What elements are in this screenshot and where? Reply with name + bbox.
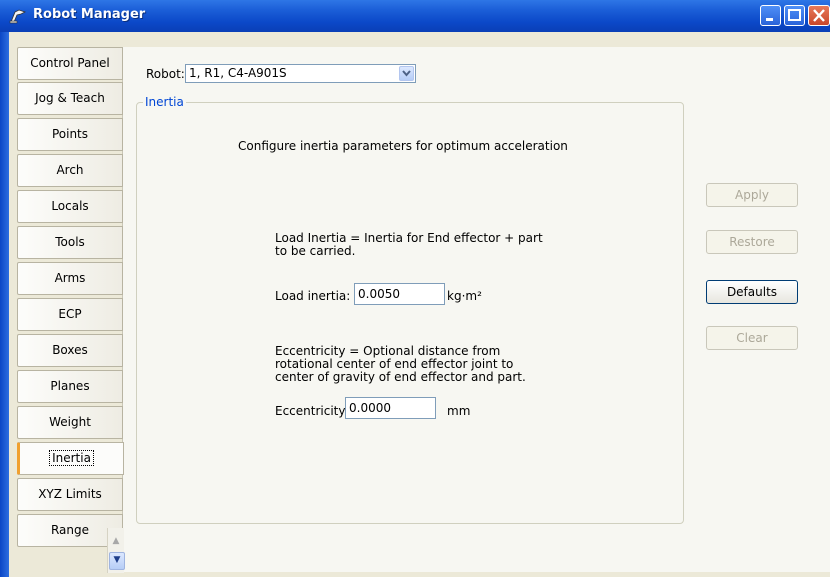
tab-control-panel[interactable]: Control Panel	[17, 47, 123, 80]
tab-label: Inertia	[49, 450, 94, 466]
tab-tools[interactable]: Tools	[17, 226, 123, 259]
window-title: Robot Manager	[33, 7, 146, 22]
tab-strip: Control Panel Jog & Teach Points Arch Lo…	[12, 47, 132, 572]
restore-button[interactable]: Restore	[706, 230, 798, 254]
tab-jog-teach[interactable]: Jog & Teach	[17, 82, 123, 115]
tab-label: Jog & Teach	[35, 91, 105, 105]
robot-select[interactable]: 1, R1, C4-A901S	[185, 64, 416, 83]
tab-xyz-limits[interactable]: XYZ Limits	[17, 478, 123, 511]
inertia-group	[136, 102, 684, 524]
tab-label: Arch	[56, 163, 84, 177]
maximize-button[interactable]	[784, 5, 805, 26]
chevron-down-icon[interactable]	[399, 66, 414, 81]
load-inertia-label: Load inertia:	[275, 289, 351, 303]
robot-select-value: 1, R1, C4-A901S	[189, 66, 287, 80]
tab-label: Boxes	[52, 343, 88, 357]
title-bar[interactable]: Robot Manager	[0, 0, 830, 32]
scroll-down-icon[interactable]: ▼	[109, 552, 125, 570]
robot-label-text: Robot:	[146, 67, 185, 81]
tab-label: Planes	[50, 379, 90, 393]
tab-scrollbar[interactable]: ▲ ▼	[107, 528, 125, 573]
tab-arms[interactable]: Arms	[17, 262, 123, 295]
tab-inertia[interactable]: Inertia	[17, 442, 124, 475]
defaults-button[interactable]: Defaults	[706, 280, 798, 304]
eccentricity-unit: mm	[447, 404, 471, 418]
eccentricity-input[interactable]: 0.0000	[345, 397, 436, 419]
load-help-line2: to be carried.	[275, 244, 356, 258]
inertia-group-title: Inertia	[143, 95, 186, 109]
tab-points[interactable]: Points	[17, 118, 123, 151]
tab-planes[interactable]: Planes	[17, 370, 123, 403]
tab-label: Locals	[51, 199, 89, 213]
tab-label: Points	[51, 127, 89, 141]
tab-locals[interactable]: Locals	[17, 190, 123, 223]
tab-label: Tools	[55, 235, 85, 249]
robot-label: Robot:	[146, 67, 185, 81]
tab-label: Range	[50, 523, 90, 537]
minimize-button[interactable]	[760, 5, 781, 26]
apply-button[interactable]: Apply	[706, 183, 798, 207]
robot-app-icon	[9, 8, 27, 24]
tab-label: XYZ Limits	[38, 487, 102, 501]
window-left-border	[0, 32, 9, 577]
tab-label: Control Panel	[30, 56, 110, 70]
tab-label: Weight	[49, 415, 91, 429]
inertia-description: Configure inertia parameters for optimum…	[238, 139, 568, 153]
tab-label: Arms	[54, 271, 86, 285]
load-inertia-unit: kg·m²	[447, 289, 482, 303]
load-inertia-input[interactable]: 0.0050	[354, 283, 445, 305]
tab-ecp[interactable]: ECP	[17, 298, 123, 331]
tab-weight[interactable]: Weight	[17, 406, 123, 439]
close-button[interactable]	[808, 5, 830, 26]
tab-boxes[interactable]: Boxes	[17, 334, 123, 367]
ecc-help-line3: center of gravity of end effector and pa…	[275, 370, 526, 384]
tab-label: ECP	[58, 307, 82, 321]
eccentricity-label: Eccentricity:	[275, 404, 349, 418]
clear-button[interactable]: Clear	[706, 326, 798, 350]
scroll-up-icon[interactable]: ▲	[108, 532, 124, 550]
tab-arch[interactable]: Arch	[17, 154, 123, 187]
